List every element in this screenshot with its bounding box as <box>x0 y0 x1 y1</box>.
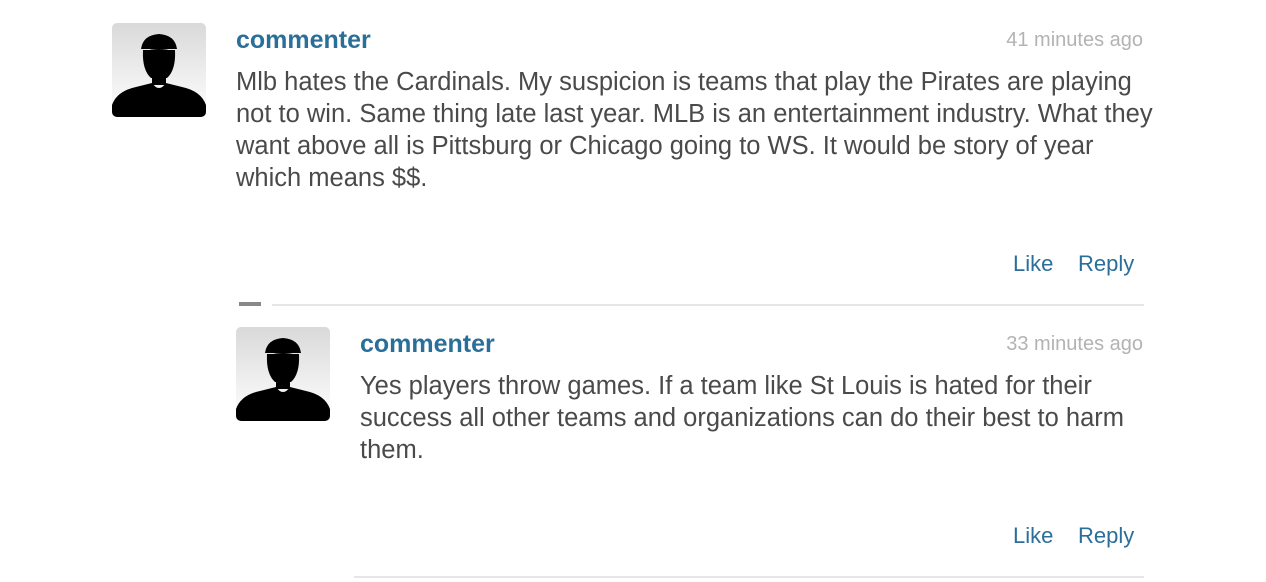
default-user-silhouette-icon <box>112 34 206 117</box>
divider <box>354 576 1144 578</box>
comment-thread: commenter 41 minutes ago Mlb hates the C… <box>0 0 1266 582</box>
comment-timestamp[interactable]: 33 minutes ago <box>1006 334 1143 354</box>
minus-icon[interactable] <box>239 302 261 306</box>
avatar[interactable] <box>236 327 330 421</box>
default-user-silhouette-icon <box>236 338 330 421</box>
comment-body: Mlb hates the Cardinals. My suspicion is… <box>236 68 1153 192</box>
comment-timestamp[interactable]: 41 minutes ago <box>1006 30 1143 50</box>
comment-author[interactable]: commenter <box>236 28 371 53</box>
reply-button[interactable]: Reply <box>1078 525 1134 547</box>
like-button[interactable]: Like <box>1013 253 1053 275</box>
comment-author[interactable]: commenter <box>360 332 495 357</box>
divider <box>272 304 1144 306</box>
avatar[interactable] <box>112 23 206 117</box>
reply-button[interactable]: Reply <box>1078 253 1134 275</box>
like-button[interactable]: Like <box>1013 525 1053 547</box>
comment-body: Yes players throw games. If a team like … <box>360 372 1124 464</box>
